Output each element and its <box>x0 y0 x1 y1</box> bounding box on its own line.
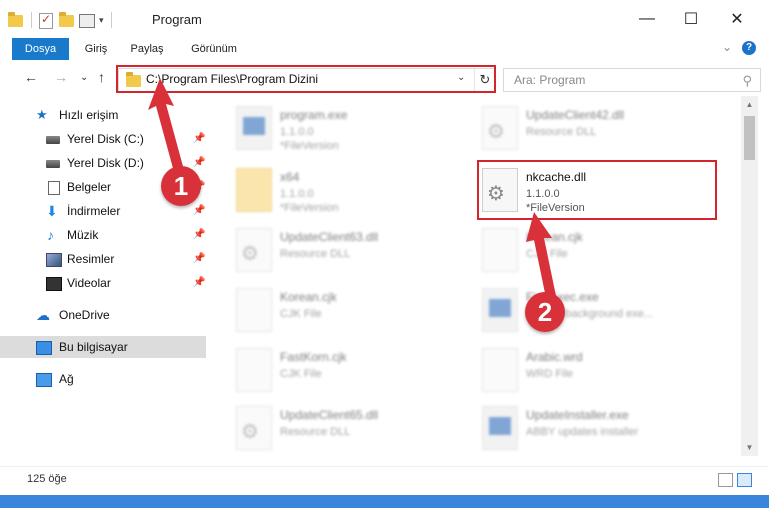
file-explorer-window: ▾ Program — ☐ ✕ Dosya Giriş Paylaş Görün… <box>0 0 769 495</box>
arrow-2 <box>526 212 556 298</box>
annotation-arrows <box>148 78 556 298</box>
step-1-badge: 1 <box>161 166 201 206</box>
arrow-1 <box>148 78 184 172</box>
step-2-badge: 2 <box>525 292 565 332</box>
